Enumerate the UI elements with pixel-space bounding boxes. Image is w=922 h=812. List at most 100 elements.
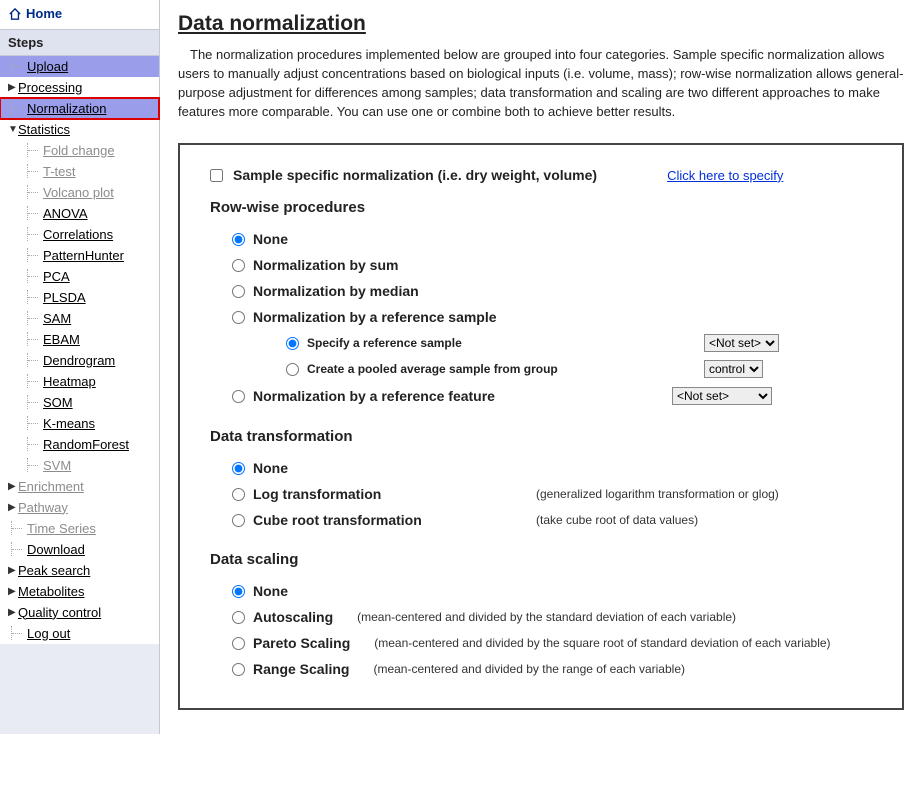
rowwise-reffeature-radio[interactable] bbox=[232, 390, 245, 403]
sidebar-item-pca[interactable]: PCA bbox=[0, 266, 159, 287]
sidebar-item-label: Fold change bbox=[43, 143, 115, 158]
sample-specific-checkbox[interactable] bbox=[210, 169, 223, 182]
sidebar-item-correlations[interactable]: Correlations bbox=[0, 224, 159, 245]
triangle-right-icon: ▶ bbox=[8, 502, 18, 513]
rowwise-none-radio[interactable] bbox=[232, 233, 245, 246]
scaling-auto-row: Autoscaling (mean-centered and divided b… bbox=[232, 604, 872, 630]
sidebar: Home Steps Upload ▶Processing Normalizat… bbox=[0, 0, 160, 734]
sidebar-item-label: SVM bbox=[43, 458, 71, 473]
triangle-right-icon: ▶ bbox=[8, 82, 18, 93]
sidebar-item-som[interactable]: SOM bbox=[0, 392, 159, 413]
home-icon bbox=[8, 8, 22, 20]
home-row: Home bbox=[0, 0, 159, 30]
scaling-pareto-radio[interactable] bbox=[232, 637, 245, 650]
refsample-subgroup: Specify a reference sample <Not set> Cre… bbox=[286, 330, 872, 382]
sidebar-item-processing[interactable]: ▶Processing bbox=[0, 77, 159, 98]
sidebar-item-label: Heatmap bbox=[43, 374, 96, 389]
hint-text: (mean-centered and divided by the square… bbox=[374, 636, 830, 650]
hint-text: (mean-centered and divided by the standa… bbox=[357, 610, 736, 624]
ref-feature-select[interactable]: <Not set> bbox=[672, 387, 772, 405]
sidebar-item-svm[interactable]: SVM bbox=[0, 455, 159, 476]
sidebar-item-label: Upload bbox=[27, 59, 68, 74]
home-label: Home bbox=[26, 6, 62, 21]
main-content: Data normalization The normalization pro… bbox=[160, 0, 922, 734]
sidebar-item-dendrogram[interactable]: Dendrogram bbox=[0, 350, 159, 371]
sidebar-item-label: Statistics bbox=[18, 122, 70, 137]
specify-link[interactable]: Click here to specify bbox=[667, 168, 783, 183]
sidebar-item-label: Log out bbox=[27, 626, 70, 641]
radio-label: None bbox=[253, 583, 288, 599]
sidebar-item-label: RandomForest bbox=[43, 437, 129, 452]
sidebar-item-enrichment[interactable]: ▶Enrichment bbox=[0, 476, 159, 497]
sidebar-item-plsda[interactable]: PLSDA bbox=[0, 287, 159, 308]
sidebar-item-ttest[interactable]: T-test bbox=[0, 161, 159, 182]
sidebar-item-kmeans[interactable]: K-means bbox=[0, 413, 159, 434]
radio-label: Specify a reference sample bbox=[307, 336, 462, 350]
page-title: Data normalization bbox=[178, 12, 904, 36]
sidebar-item-upload[interactable]: Upload bbox=[0, 56, 159, 77]
sidebar-item-heatmap[interactable]: Heatmap bbox=[0, 371, 159, 392]
transform-none-radio[interactable] bbox=[232, 462, 245, 475]
sidebar-item-qualitycontrol[interactable]: ▶Quality control bbox=[0, 602, 159, 623]
scaling-pareto-row: Pareto Scaling (mean-centered and divide… bbox=[232, 630, 872, 656]
sidebar-item-timeseries[interactable]: Time Series bbox=[0, 518, 159, 539]
sidebar-item-label: Volcano plot bbox=[43, 185, 114, 200]
sidebar-item-anova[interactable]: ANOVA bbox=[0, 203, 159, 224]
sidebar-item-metabolites[interactable]: ▶Metabolites bbox=[0, 581, 159, 602]
transform-none-row: None bbox=[232, 455, 872, 481]
specify-ref-row: Specify a reference sample <Not set> bbox=[286, 330, 872, 356]
scaling-none-row: None bbox=[232, 578, 872, 604]
radio-label: None bbox=[253, 231, 288, 247]
home-link[interactable]: Home bbox=[8, 6, 62, 21]
transform-title: Data transformation bbox=[210, 428, 872, 445]
sidebar-item-label: Time Series bbox=[27, 521, 96, 536]
hint-text: (generalized logarithm transformation or… bbox=[536, 487, 779, 501]
scaling-none-radio[interactable] bbox=[232, 585, 245, 598]
ref-sample-select[interactable]: <Not set> bbox=[704, 334, 779, 352]
radio-label: None bbox=[253, 460, 288, 476]
triangle-right-icon: ▶ bbox=[8, 586, 18, 597]
sidebar-item-label: PatternHunter bbox=[43, 248, 124, 263]
radio-label: Normalization by sum bbox=[253, 257, 398, 273]
rowwise-median-row: Normalization by median bbox=[232, 278, 872, 304]
rowwise-median-radio[interactable] bbox=[232, 285, 245, 298]
sidebar-item-sam[interactable]: SAM bbox=[0, 308, 159, 329]
scaling-range-radio[interactable] bbox=[232, 663, 245, 676]
sidebar-item-volcano[interactable]: Volcano plot bbox=[0, 182, 159, 203]
sidebar-item-label: PCA bbox=[43, 269, 70, 284]
scaling-auto-radio[interactable] bbox=[232, 611, 245, 624]
group-select[interactable]: control bbox=[704, 360, 763, 378]
scaling-title: Data scaling bbox=[210, 551, 872, 568]
sidebar-item-normalization[interactable]: Normalization bbox=[0, 98, 159, 119]
sidebar-item-patternhunter[interactable]: PatternHunter bbox=[0, 245, 159, 266]
sidebar-item-randomforest[interactable]: RandomForest bbox=[0, 434, 159, 455]
rowwise-refsample-radio[interactable] bbox=[232, 311, 245, 324]
pooled-avg-radio[interactable] bbox=[286, 363, 299, 376]
sidebar-item-logout[interactable]: Log out bbox=[0, 623, 159, 644]
sidebar-item-fold-change[interactable]: Fold change bbox=[0, 140, 159, 161]
sidebar-item-label: K-means bbox=[43, 416, 95, 431]
sidebar-item-label: Peak search bbox=[18, 563, 90, 578]
sidebar-item-label: T-test bbox=[43, 164, 76, 179]
transform-group: None Log transformation (generalized log… bbox=[232, 455, 872, 533]
sidebar-item-label: SOM bbox=[43, 395, 73, 410]
sidebar-item-label: PLSDA bbox=[43, 290, 86, 305]
transform-cube-radio[interactable] bbox=[232, 514, 245, 527]
transform-log-row: Log transformation (generalized logarith… bbox=[232, 481, 872, 507]
pooled-avg-row: Create a pooled average sample from grou… bbox=[286, 356, 872, 382]
transform-log-radio[interactable] bbox=[232, 488, 245, 501]
radio-label: Autoscaling bbox=[253, 609, 333, 625]
normalization-panel: Sample specific normalization (i.e. dry … bbox=[178, 143, 904, 710]
sidebar-item-statistics[interactable]: ▼Statistics bbox=[0, 119, 159, 140]
sidebar-item-pathway[interactable]: ▶Pathway bbox=[0, 497, 159, 518]
sidebar-item-download[interactable]: Download bbox=[0, 539, 159, 560]
sidebar-item-peaksearch[interactable]: ▶Peak search bbox=[0, 560, 159, 581]
intro-text: The normalization procedures implemented… bbox=[178, 46, 904, 121]
sidebar-item-label: Correlations bbox=[43, 227, 113, 242]
radio-label: Cube root transformation bbox=[253, 512, 422, 528]
sidebar-item-ebam[interactable]: EBAM bbox=[0, 329, 159, 350]
specify-ref-radio[interactable] bbox=[286, 337, 299, 350]
scaling-range-row: Range Scaling (mean-centered and divided… bbox=[232, 656, 872, 682]
rowwise-sum-radio[interactable] bbox=[232, 259, 245, 272]
triangle-right-icon: ▶ bbox=[8, 565, 18, 576]
